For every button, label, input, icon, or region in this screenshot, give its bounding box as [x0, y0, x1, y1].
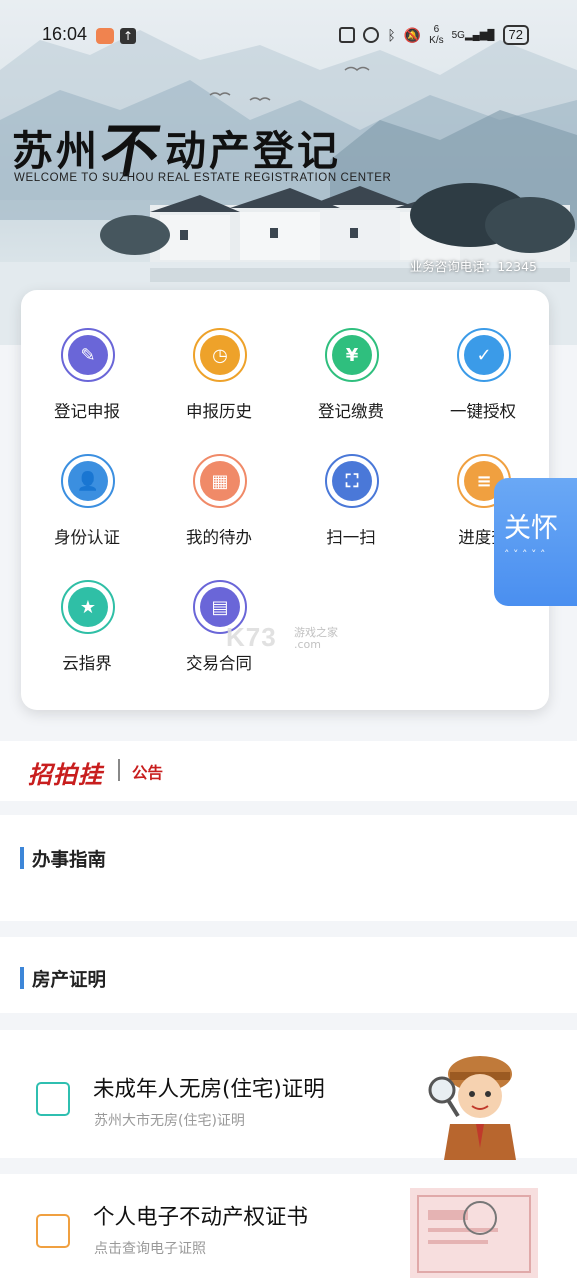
section-title-proof: 房产证明 [32, 970, 107, 991]
net-speed: 6 K/s [429, 24, 444, 46]
app-notification-icon [96, 28, 114, 44]
certificate-icon [36, 1214, 70, 1248]
service-my-todo[interactable]: ▦ 我的待办 [153, 416, 285, 547]
service-register-declare[interactable]: ✎ 登记申报 [21, 290, 153, 421]
nfc-icon [339, 27, 356, 43]
service-identity-verify[interactable]: 👤 身份认证 [21, 416, 153, 547]
user-verify-icon: 👤 [61, 454, 115, 508]
cert-subtitle: 点击查询电子证照 [94, 1241, 206, 1257]
section-title-guide[interactable]: 办事指南 [32, 846, 106, 872]
upload-notification-icon: ↑ [120, 28, 136, 44]
service-scan[interactable]: ⛶ 扫一扫 [285, 416, 417, 547]
care-mode-decoration: ˄ ˅ ˄ ˅ ˄ [504, 548, 546, 561]
book-star-icon: ★ [61, 580, 115, 634]
service-declare-history[interactable]: ◷ 申报历史 [153, 290, 285, 421]
section-accent-bar [20, 967, 24, 989]
notice-bar[interactable]: 招拍挂 公告 [0, 741, 577, 801]
battery-icon: 72 [502, 25, 529, 45]
care-mode-tab[interactable]: 关怀 ˄ ˅ ˄ ˅ ˄ [494, 478, 577, 606]
service-label: 扫一扫 [326, 528, 376, 547]
page-subtitle: WELCOME TO SUZHOU REAL ESTATE REGISTRATI… [14, 172, 392, 184]
bluetooth-icon: ᛒ [387, 27, 396, 43]
search-document-icon [36, 1082, 70, 1116]
grid-tasks-icon: ▦ [193, 454, 247, 508]
service-cloud-boundary[interactable]: ★ 云指界 [21, 542, 153, 673]
edit-document-icon: ✎ [61, 328, 115, 382]
status-bar: 16:04 ↑ ᛒ 🔕 6 K/s 5G▂▄▆█ 72 [0, 0, 577, 72]
scan-icon: ⛶ [325, 454, 379, 508]
watermark-logo: K73 游戏之家 .com [226, 622, 338, 652]
vibrate-icon [363, 27, 380, 43]
cert-title: 个人电子不动产权证书 [93, 1205, 309, 1230]
history-document-icon: ◷ [193, 328, 247, 382]
notice-brand: 招拍挂 [28, 761, 103, 789]
mute-icon: 🔕 [403, 26, 422, 43]
service-one-click-auth[interactable]: ✓ 一键授权 [417, 290, 549, 421]
cert-card-e-certificate[interactable]: 个人电子不动产权证书 点击查询电子证照 [0, 1174, 577, 1278]
divider [118, 759, 120, 781]
shield-check-icon: ✓ [457, 328, 511, 382]
money-bag-icon: ¥ [325, 328, 379, 382]
proof-section: 房产证明 [0, 937, 577, 1013]
certificate-illustration-icon [410, 1188, 538, 1278]
notice-tag: 公告 [132, 764, 164, 782]
hotline-text[interactable]: 业务咨询电话：12345 [410, 256, 537, 275]
cert-title: 未成年人无房(住宅)证明 [93, 1077, 325, 1102]
service-label: 云指界 [62, 654, 112, 673]
guide-section: 办事指南 [0, 815, 577, 921]
care-mode-label: 关怀 [504, 513, 558, 544]
status-icons: ᛒ 🔕 6 K/s 5G▂▄▆█ 72 [339, 24, 529, 46]
detective-illustration-icon [428, 1056, 516, 1160]
section-accent-bar [20, 847, 24, 869]
cert-card-no-house[interactable]: 未成年人无房(住宅)证明 苏州大市无房(住宅)证明 [0, 1030, 577, 1160]
service-register-payment[interactable]: ¥ 登记缴费 [285, 290, 417, 421]
status-time: 16:04 [42, 24, 88, 44]
signal-icon: 5G▂▄▆█ [451, 29, 495, 41]
cert-subtitle: 苏州大市无房(住宅)证明 [94, 1113, 245, 1129]
